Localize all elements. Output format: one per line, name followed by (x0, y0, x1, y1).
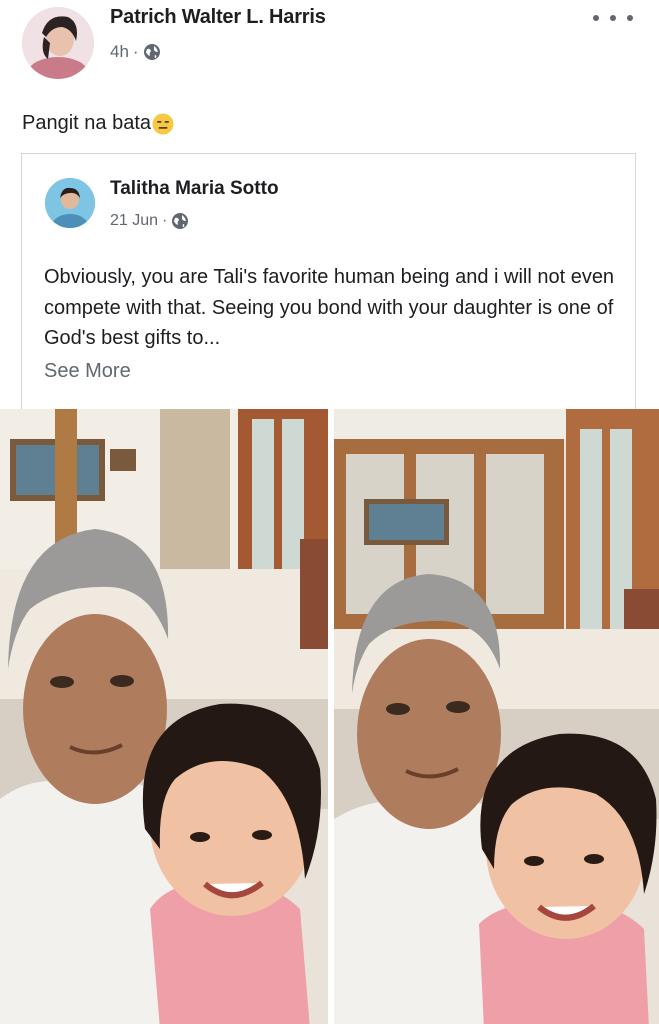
shared-author-name[interactable]: Talitha Maria Sotto (110, 178, 279, 200)
expressionless-emoji-icon (152, 113, 174, 135)
photo-father-daughter-selfie-1[interactable] (0, 409, 328, 1024)
more-options-icon[interactable] (593, 8, 633, 28)
shared-author-avatar[interactable] (45, 178, 95, 228)
shared-post-date[interactable]: 21 Jun (110, 212, 158, 230)
post-time[interactable]: 4h (110, 42, 129, 62)
shared-meta-separator: · (162, 212, 168, 229)
shared-post[interactable]: Talitha Maria Sotto 21 Jun · Obviously, … (21, 153, 636, 409)
shared-post-text: Obviously, you are Tali's favorite human… (44, 266, 615, 349)
author-avatar[interactable] (22, 7, 94, 79)
author-name[interactable]: Patrich Walter L. Harris (110, 6, 326, 29)
shared-post-meta: 21 Jun · (110, 212, 189, 230)
globe-icon[interactable] (143, 43, 161, 61)
meta-separator: · (132, 42, 139, 61)
photo-father-daughter-selfie-2[interactable] (334, 409, 659, 1024)
caption-text: Pangit na bata (22, 112, 151, 134)
see-more-link[interactable]: See More (44, 360, 131, 383)
photo-grid (0, 409, 659, 1024)
post-meta: 4h · (110, 42, 161, 62)
post-header: Patrich Walter L. Harris 4h · (0, 0, 659, 90)
post-caption: Pangit na bata (22, 112, 174, 135)
globe-icon[interactable] (171, 212, 189, 230)
